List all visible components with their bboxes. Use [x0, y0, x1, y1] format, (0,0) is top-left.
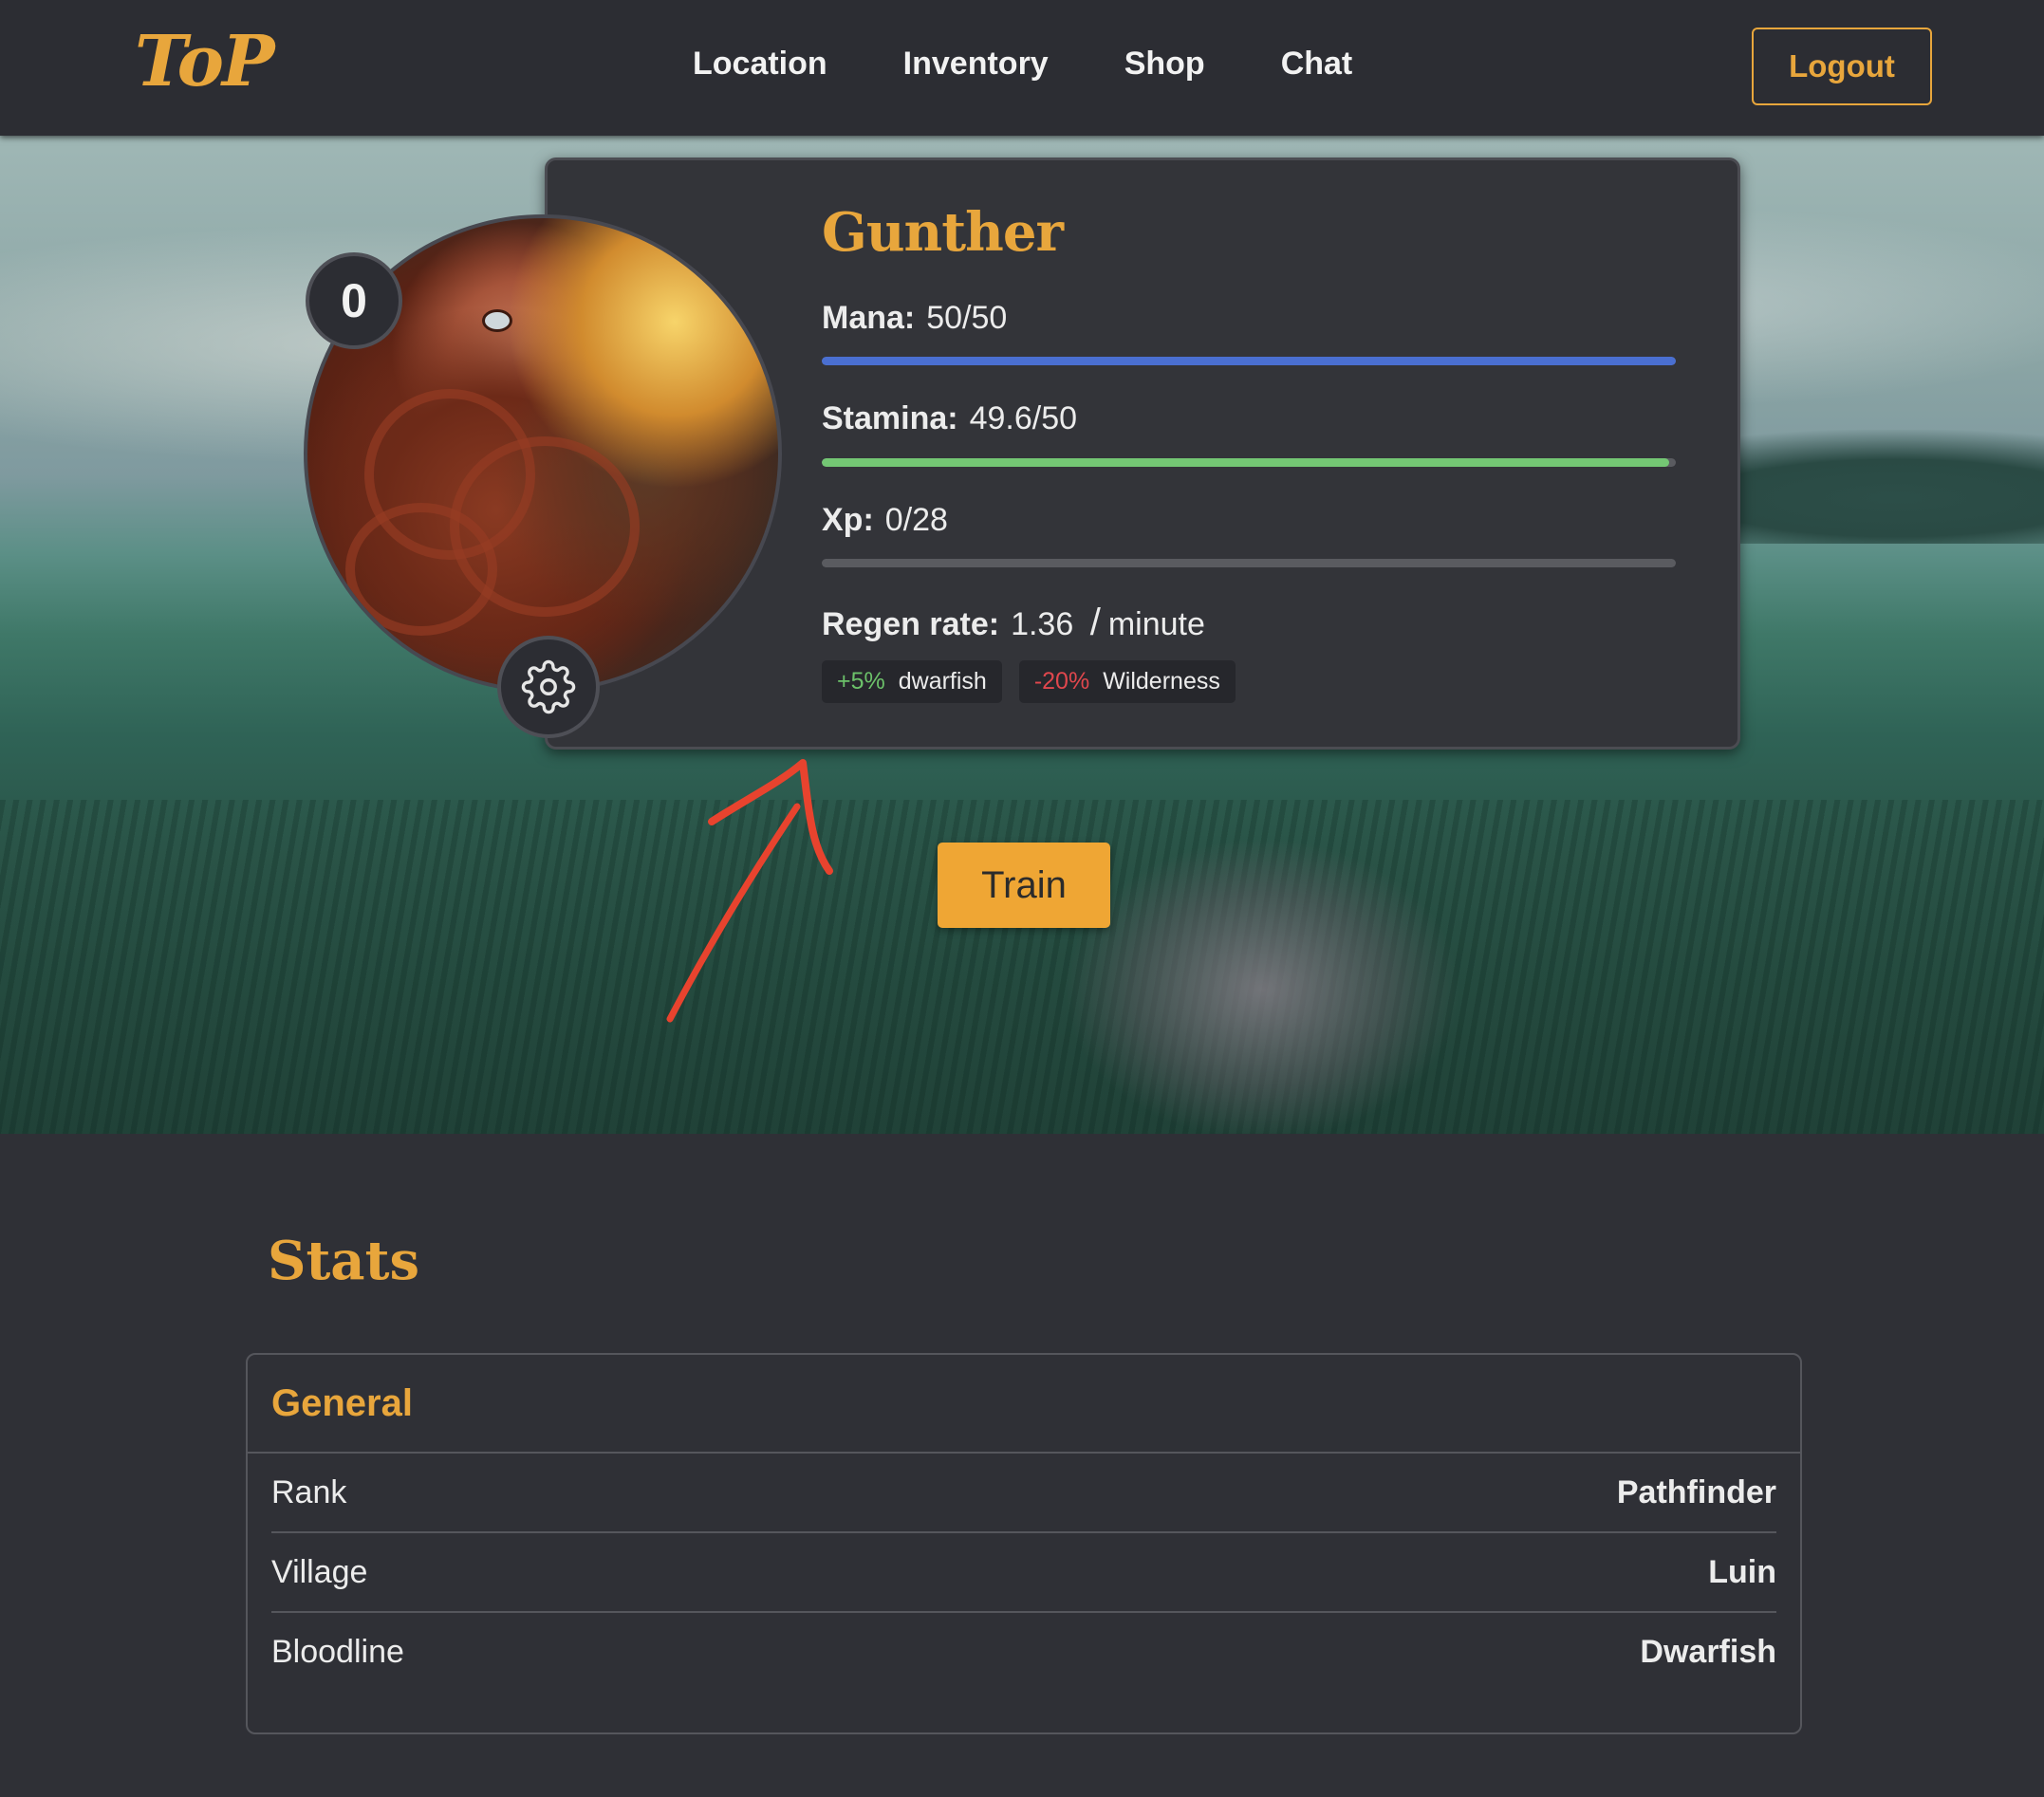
xp-label: Xp: — [822, 502, 874, 538]
red-arrow-icon — [666, 759, 833, 1023]
avatar-eye — [482, 309, 512, 332]
regen-value: 1.36 — [1011, 606, 1074, 642]
level-badge: 0 — [306, 252, 402, 349]
stat-row-village: Village Luin — [271, 1533, 1776, 1613]
character-name: Gunther — [822, 201, 1064, 264]
stamina-bar-fill — [822, 458, 1669, 467]
gear-icon — [521, 659, 576, 714]
mana-stat: Mana: 50/50 — [822, 300, 1007, 337]
app-logo[interactable]: ToP — [135, 21, 275, 102]
stats-heading: Stats — [268, 1230, 419, 1292]
stat-label: Bloodline — [271, 1633, 404, 1670]
modifier-name: dwarfish — [898, 668, 987, 695]
mana-bar-fill — [822, 357, 1676, 365]
background-path — [1063, 838, 1461, 1134]
stamina-stat: Stamina: 49.6/50 — [822, 400, 1077, 437]
stat-value: Pathfinder — [1616, 1473, 1776, 1510]
xp-bar — [822, 559, 1676, 567]
stamina-label: Stamina: — [822, 400, 958, 436]
mana-value: 50/50 — [926, 300, 1008, 336]
modifier-name: Wilderness — [1103, 668, 1220, 695]
stamina-bar — [822, 458, 1676, 467]
modifier-tag-dwarfish: +5% dwarfish — [822, 660, 1002, 703]
stat-value: Luin — [1708, 1553, 1776, 1590]
xp-value: 0/28 — [884, 502, 948, 538]
nav-shop[interactable]: Shop — [1124, 46, 1205, 83]
mana-label: Mana: — [822, 300, 916, 336]
nav-location[interactable]: Location — [693, 46, 827, 83]
avatar-settings-button[interactable] — [497, 636, 600, 738]
train-button[interactable]: Train — [938, 843, 1110, 928]
general-panel-title: General — [248, 1355, 1800, 1454]
stat-label: Village — [271, 1553, 368, 1590]
xp-stat: Xp: 0/28 — [822, 502, 948, 539]
modifier-amount: -20% — [1033, 668, 1090, 695]
regen-unit: minute — [1107, 606, 1205, 642]
stamina-value: 49.6/50 — [969, 400, 1078, 436]
top-navbar: ToP Location Inventory Shop Chat Logout — [0, 0, 2044, 136]
mana-bar — [822, 357, 1676, 365]
nav-chat[interactable]: Chat — [1281, 46, 1353, 83]
stat-label: Rank — [271, 1473, 347, 1510]
regen-slash: / — [1089, 602, 1101, 643]
avatar-beard-detail — [345, 503, 497, 636]
nav-inventory[interactable]: Inventory — [903, 46, 1049, 83]
modifier-tag-wilderness: -20% Wilderness — [1018, 660, 1236, 703]
logout-button[interactable]: Logout — [1752, 28, 1932, 105]
regen-rate-stat: Regen rate: 1.36 /minute — [822, 602, 1205, 644]
main-nav: Location Inventory Shop Chat — [693, 46, 1352, 83]
regen-modifiers: +5% dwarfish -20% Wilderness — [822, 660, 1236, 703]
stat-row-rank: Rank Pathfinder — [271, 1454, 1776, 1533]
general-stats-panel: General Rank Pathfinder Village Luin Blo… — [246, 1353, 1802, 1734]
modifier-amount: +5% — [837, 668, 885, 695]
stat-value: Dwarfish — [1640, 1633, 1776, 1670]
regen-label: Regen rate: — [822, 606, 1000, 642]
stat-row-bloodline: Bloodline Dwarfish — [271, 1613, 1776, 1691]
